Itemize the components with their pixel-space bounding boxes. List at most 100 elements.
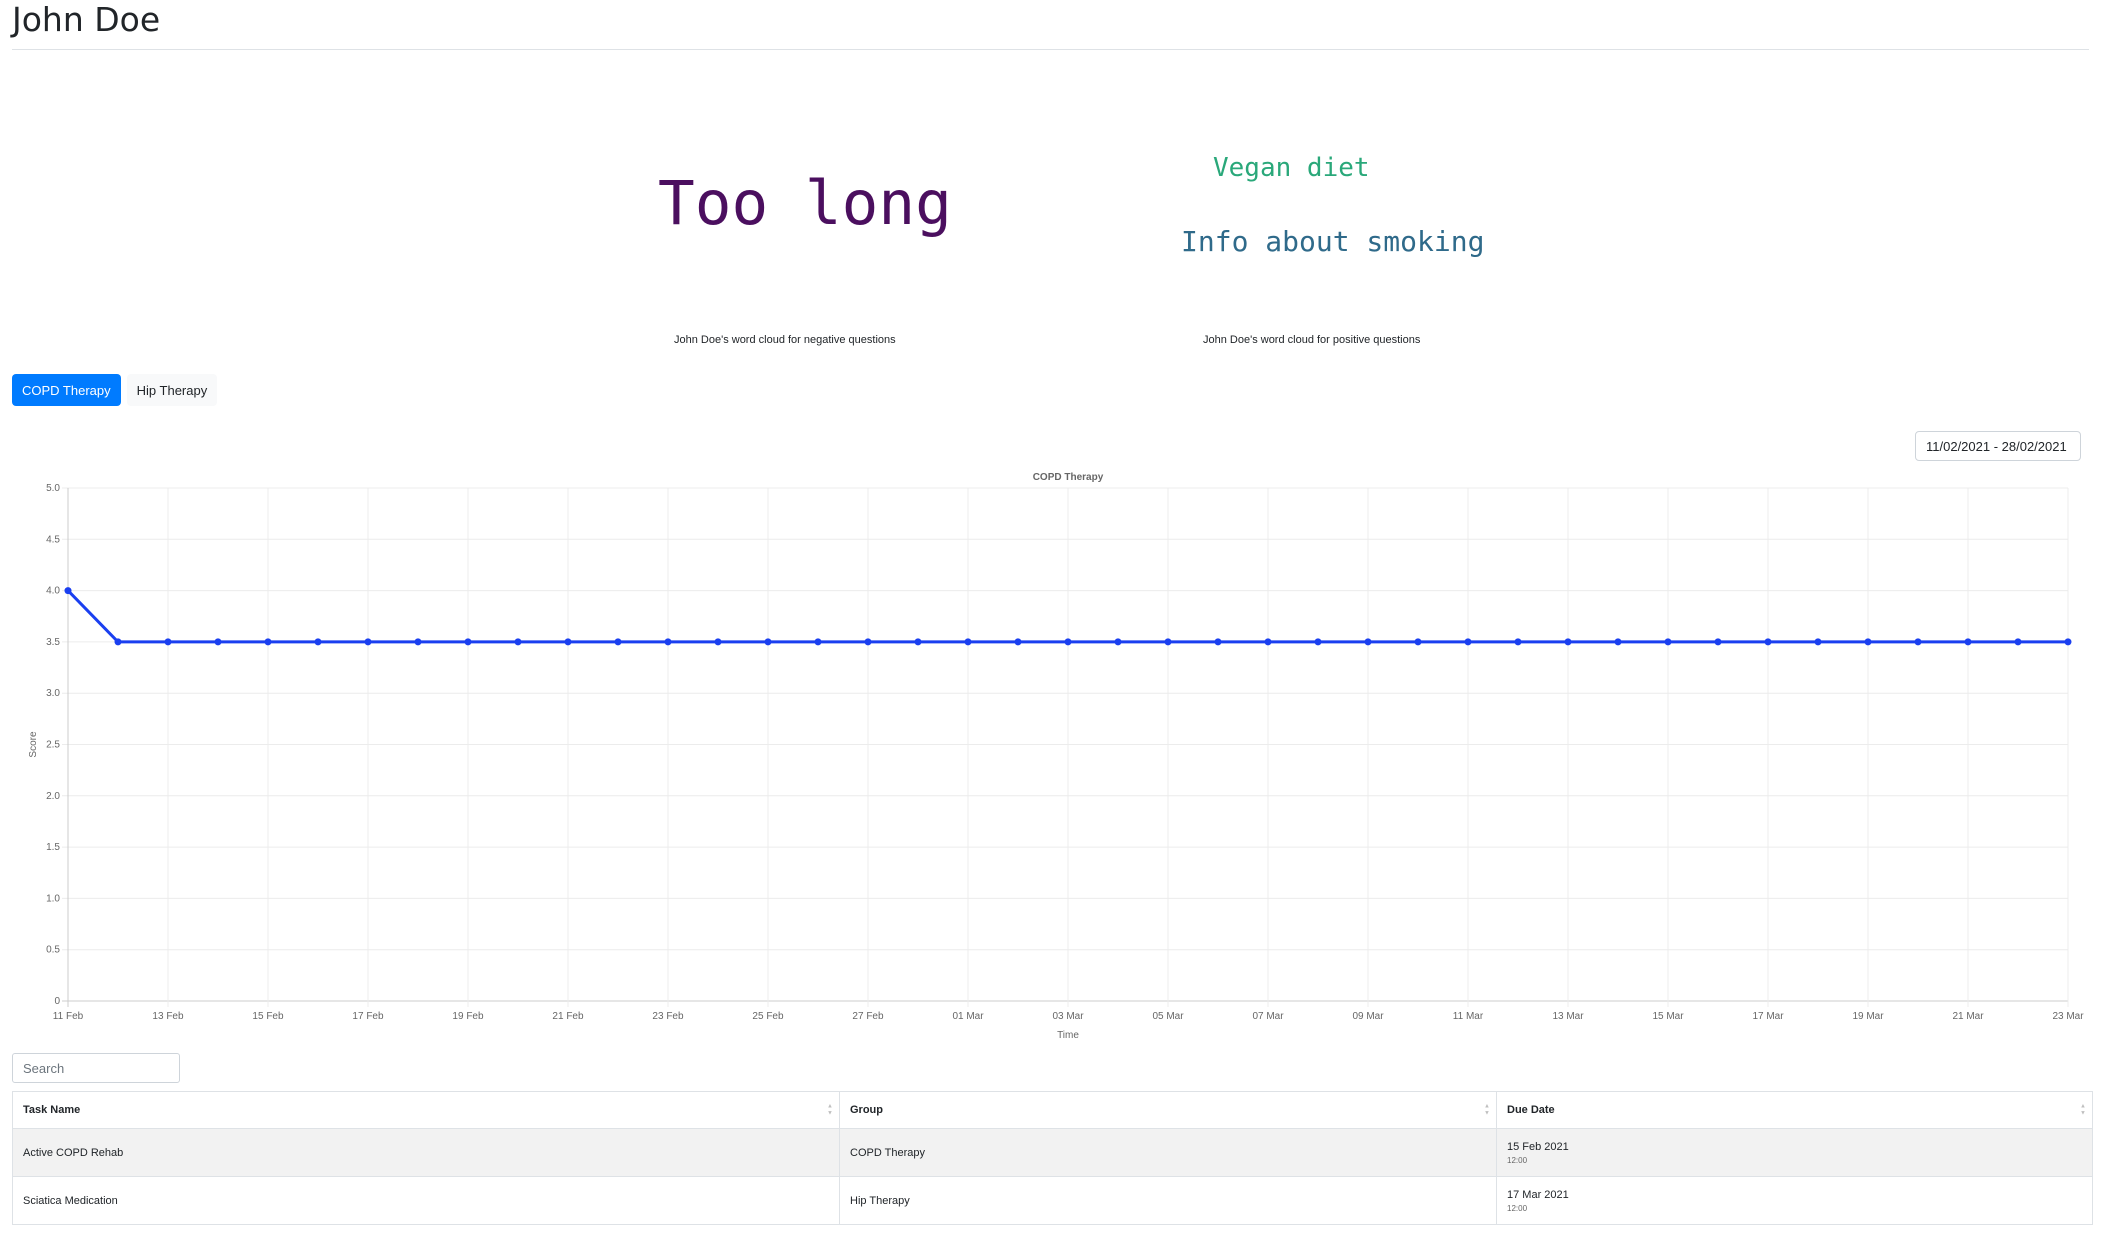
data-point (564, 638, 572, 646)
y-tick-label: 1.0 (46, 893, 60, 904)
x-tick-label: 21 Feb (552, 1011, 584, 1022)
x-tick-label: 03 Mar (1052, 1011, 1084, 1022)
due-date: 15 Feb 2021 (1507, 1140, 1569, 1153)
sort-icon[interactable]: ▲ ▼ (1484, 1104, 1490, 1117)
column-header-label: Task Name (23, 1104, 81, 1116)
search-input[interactable] (12, 1053, 180, 1083)
data-point (1614, 638, 1622, 646)
data-point (1064, 638, 1072, 646)
data-point (1364, 638, 1372, 646)
data-point (664, 638, 672, 646)
y-tick-label: 3.0 (46, 688, 60, 699)
data-point (414, 638, 422, 646)
data-point (1964, 638, 1972, 646)
x-tick-label: 17 Feb (352, 1011, 384, 1022)
due-date-cell: 17 Mar 2021 12:00 (1496, 1176, 2093, 1225)
task-table: Task Name ▲ ▼ Group ▲ ▼ Due Date ▲ ▼ Active… (12, 1091, 2093, 1225)
positive-cloud-caption: John Doe's word cloud for positive quest… (1203, 334, 1421, 346)
data-point (1114, 638, 1122, 646)
x-tick-label: 21 Mar (1952, 1011, 1984, 1022)
data-point (1514, 638, 1522, 646)
y-tick-label: 1.5 (46, 842, 60, 853)
column-header-label: Group (850, 1104, 883, 1116)
y-axis-label: Score (28, 731, 39, 758)
data-point (1414, 638, 1422, 646)
data-point (1664, 638, 1672, 646)
date-range-input[interactable] (1915, 431, 2081, 461)
x-tick-label: 19 Mar (1852, 1011, 1884, 1022)
group-cell: COPD Therapy (839, 1128, 1497, 1177)
data-point (1564, 638, 1572, 646)
data-point (1864, 638, 1872, 646)
x-tick-label: 23 Mar (2052, 1011, 2084, 1022)
task-name-cell: Active COPD Rehab (12, 1128, 840, 1177)
x-tick-label: 07 Mar (1252, 1011, 1284, 1022)
data-point (264, 638, 272, 646)
y-tick-label: 4.0 (46, 586, 60, 597)
x-tick-label: 11 Feb (53, 1011, 84, 1022)
tab-hip-therapy[interactable]: Hip Therapy (126, 374, 218, 406)
sort-icon[interactable]: ▲ ▼ (2080, 1104, 2086, 1117)
y-tick-label: 0.5 (46, 945, 60, 956)
table-header-row: Task Name ▲ ▼ Group ▲ ▼ Due Date ▲ ▼ (12, 1091, 2093, 1129)
y-tick-label: 4.5 (46, 534, 60, 545)
data-point (1314, 638, 1322, 646)
positive-cloud-word: Info about smoking (1181, 225, 1485, 258)
positive-cloud-word: Vegan diet (1213, 153, 1370, 183)
column-header-task-name[interactable]: Task Name ▲ ▼ (12, 1091, 840, 1129)
data-point (1914, 638, 1922, 646)
negative-cloud-caption: John Doe's word cloud for negative quest… (674, 334, 896, 346)
data-point (864, 638, 872, 646)
data-point (464, 638, 472, 646)
sort-icon[interactable]: ▲ ▼ (827, 1104, 833, 1117)
data-point (1814, 638, 1822, 646)
data-point (1714, 638, 1722, 646)
data-point (364, 638, 372, 646)
group-cell: Hip Therapy (839, 1176, 1497, 1225)
data-point (214, 638, 222, 646)
data-point (314, 638, 322, 646)
y-tick-label: 2.0 (46, 791, 60, 802)
chart-title: COPD Therapy (1033, 472, 1104, 483)
x-tick-label: 27 Feb (852, 1011, 884, 1022)
data-point (1164, 638, 1172, 646)
data-point (1264, 638, 1272, 646)
table-row[interactable]: Active COPD Rehab COPD Therapy 15 Feb 20… (12, 1128, 2093, 1177)
column-header-group[interactable]: Group ▲ ▼ (839, 1091, 1497, 1129)
data-point (814, 638, 822, 646)
data-point (164, 638, 172, 646)
column-header-label: Due Date (1507, 1104, 1555, 1116)
data-point (64, 587, 72, 595)
task-name-cell: Sciatica Medication (12, 1176, 840, 1225)
data-point (964, 638, 972, 646)
data-point (1214, 638, 1222, 646)
tab-copd-therapy[interactable]: COPD Therapy (12, 374, 121, 406)
y-tick-label: 3.5 (46, 637, 60, 648)
negative-cloud-word: Too long (658, 168, 952, 239)
due-date-cell: 15 Feb 2021 12:00 (1496, 1128, 2093, 1177)
due-time: 12:00 (1507, 1155, 1528, 1165)
x-tick-label: 11 Mar (1453, 1011, 1484, 1022)
x-tick-label: 13 Mar (1552, 1011, 1584, 1022)
data-point (914, 638, 922, 646)
score-chart: 0 0.5 1.0 1.5 2.0 2.5 3.0 3.5 4.0 4.5 5.0 11 Feb 13 … (28, 472, 2084, 1041)
data-point (2014, 638, 2022, 646)
y-tick-label: 2.5 (46, 740, 60, 751)
x-tick-label: 09 Mar (1352, 1011, 1384, 1022)
data-point (764, 638, 772, 646)
data-point (714, 638, 722, 646)
data-point (114, 638, 122, 646)
data-point (2064, 638, 2072, 646)
x-axis-label: Time (1057, 1030, 1079, 1041)
data-point (514, 638, 522, 646)
data-point (1014, 638, 1022, 646)
x-tick-label: 13 Feb (152, 1011, 184, 1022)
column-header-due-date[interactable]: Due Date ▲ ▼ (1496, 1091, 2093, 1129)
therapy-tabs: COPD Therapy Hip Therapy (12, 374, 218, 406)
title-divider (12, 49, 2089, 50)
y-tick-label: 0 (54, 996, 60, 1007)
due-date: 17 Mar 2021 (1507, 1188, 1569, 1201)
x-tick-label: 05 Mar (1152, 1011, 1184, 1022)
table-row[interactable]: Sciatica Medication Hip Therapy 17 Mar 2… (12, 1176, 2093, 1225)
x-tick-label: 15 Mar (1652, 1011, 1684, 1022)
